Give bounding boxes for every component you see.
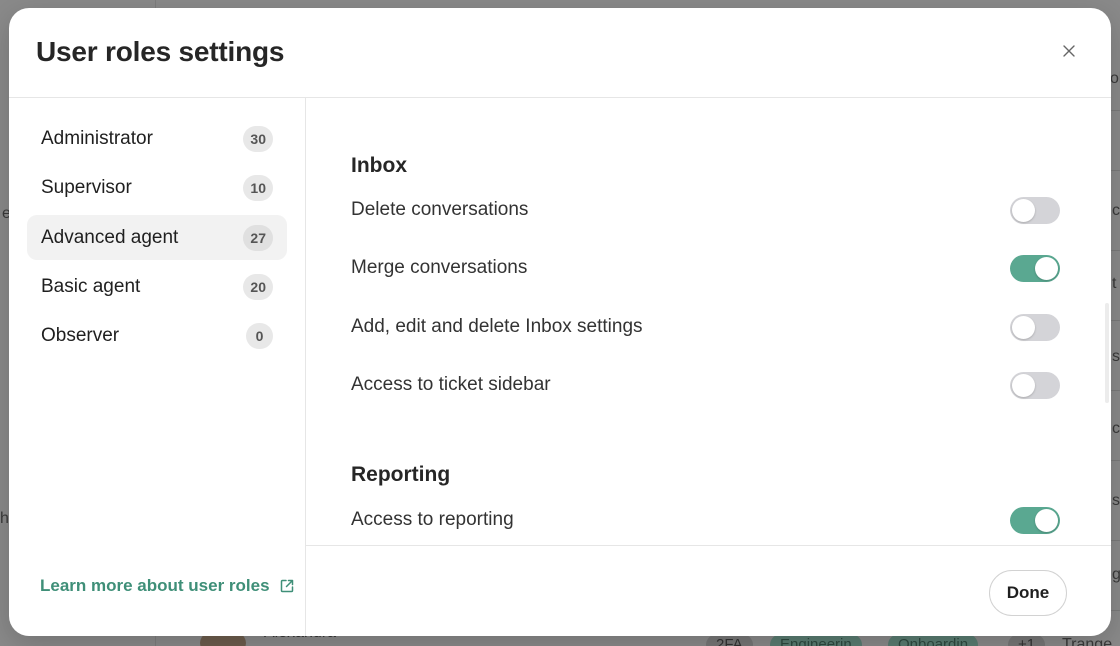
background-text-fragment: s	[1112, 348, 1120, 365]
role-item-administrator[interactable]: Administrator 30	[27, 116, 287, 161]
role-item-advanced-agent[interactable]: Advanced agent 27	[27, 215, 287, 260]
roles-sidebar: Administrator 30 Supervisor 10 Advanced …	[9, 98, 306, 636]
toggle-delete-conversations[interactable]	[1010, 196, 1060, 224]
close-icon	[1063, 45, 1075, 57]
close-button[interactable]	[1059, 41, 1079, 61]
modal-footer: Done	[306, 546, 1111, 636]
toggle-knob	[1012, 198, 1035, 222]
role-label: Administrator	[41, 127, 153, 149]
toggle-ticket-sidebar[interactable]	[1010, 371, 1060, 399]
permission-label: Access to ticket sidebar	[351, 374, 551, 395]
toggle-knob	[1035, 508, 1058, 532]
toggle-knob	[1012, 373, 1035, 397]
permission-label: Merge conversations	[351, 257, 528, 278]
background-text-fragment: ol	[1110, 70, 1120, 87]
role-label: Observer	[41, 324, 120, 346]
permission-label: Access to reporting	[351, 509, 514, 530]
done-button[interactable]: Done	[989, 570, 1067, 616]
permission-row-access-reporting: Access to reporting	[351, 505, 1060, 535]
user-roles-modal: User roles settings Administrator 30 Sup…	[9, 8, 1111, 636]
role-item-supervisor[interactable]: Supervisor 10	[27, 165, 287, 210]
external-link-icon	[280, 579, 293, 593]
permission-label: Delete conversations	[351, 199, 529, 220]
toggle-inbox-settings[interactable]	[1010, 313, 1060, 341]
toggle-merge-conversations[interactable]	[1010, 254, 1060, 282]
modal-header: User roles settings	[9, 8, 1111, 98]
section-title-inbox: Inbox	[351, 154, 407, 177]
role-count-badge: 0	[246, 322, 273, 349]
permission-row-ticket-sidebar: Access to ticket sidebar	[351, 370, 1060, 400]
section-title-reporting: Reporting	[351, 463, 451, 486]
modal-title: User roles settings	[36, 36, 285, 67]
role-count-badge: 20	[243, 273, 273, 300]
toggle-access-reporting[interactable]	[1010, 506, 1060, 534]
background-text-fragment: c	[1112, 202, 1120, 219]
permission-row-delete-conversations: Delete conversations	[351, 195, 1060, 225]
background-text-fragment: s	[1112, 492, 1120, 509]
role-count-badge: 27	[243, 224, 273, 251]
permissions-panel: Inbox Delete conversations Merge convers…	[306, 98, 1111, 546]
role-count-badge: 30	[243, 125, 273, 152]
content-scrollbar[interactable]	[1105, 303, 1109, 403]
role-count-badge: 10	[243, 174, 273, 201]
role-item-basic-agent[interactable]: Basic agent 20	[27, 264, 287, 309]
permission-row-inbox-settings: Add, edit and delete Inbox settings	[351, 312, 1060, 342]
role-label: Supervisor	[41, 176, 132, 198]
role-label: Advanced agent	[41, 226, 179, 248]
learn-more-link[interactable]: Learn more about user roles	[40, 576, 295, 596]
toggle-knob	[1035, 256, 1058, 280]
role-label: Basic agent	[41, 275, 141, 297]
permission-row-merge-conversations: Merge conversations	[351, 253, 1060, 283]
permission-label: Add, edit and delete Inbox settings	[351, 316, 643, 337]
background-text-fragment: c	[1112, 420, 1120, 437]
role-item-observer[interactable]: Observer 0	[27, 313, 287, 358]
background-text-fragment: t	[1112, 275, 1117, 292]
toggle-knob	[1012, 315, 1035, 339]
background-text-fragment: g	[1112, 566, 1120, 583]
background-text-fragment: Trange	[1062, 636, 1113, 646]
learn-more-label: Learn more about user roles	[40, 576, 270, 595]
